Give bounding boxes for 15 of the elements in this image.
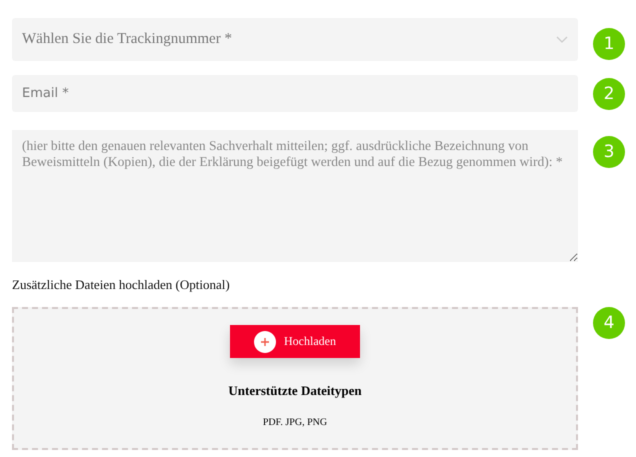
upload-dropzone[interactable]: Hochladen Unterstützte Dateitypen PDF. JPG, PNG (12, 307, 578, 450)
upload-label: Zusätzliche Dateien hochladen (Optional) (12, 277, 231, 293)
message-field[interactable]: (hier bitte den genauen relevanten Sachverhalt mitteilen; ggf. ausdrückliche Bezeichnung von Beweismitteln (Kopien), die der Erklärung beigefügt werden und auf die Bezug genommen wird): * (12, 130, 578, 262)
plus-icon (254, 330, 276, 352)
filetypes-title: Unterstützte Dateitypen (228, 383, 362, 399)
email-field[interactable]: Email * (12, 75, 578, 112)
upload-button[interactable]: Hochladen (230, 325, 360, 358)
step-badge: 4 (593, 307, 625, 339)
select-placeholder: Wählen Sie die Trackingnummer * (22, 31, 232, 48)
step-badge: 1 (593, 28, 625, 60)
filetypes-text: PDF. JPG, PNG (262, 417, 328, 428)
step-badge: 2 (593, 78, 625, 110)
tracking-select[interactable]: Wählen Sie die Trackingnummer * (12, 18, 578, 61)
chevron-icon (556, 36, 568, 44)
step-badge: 3 (593, 136, 625, 168)
